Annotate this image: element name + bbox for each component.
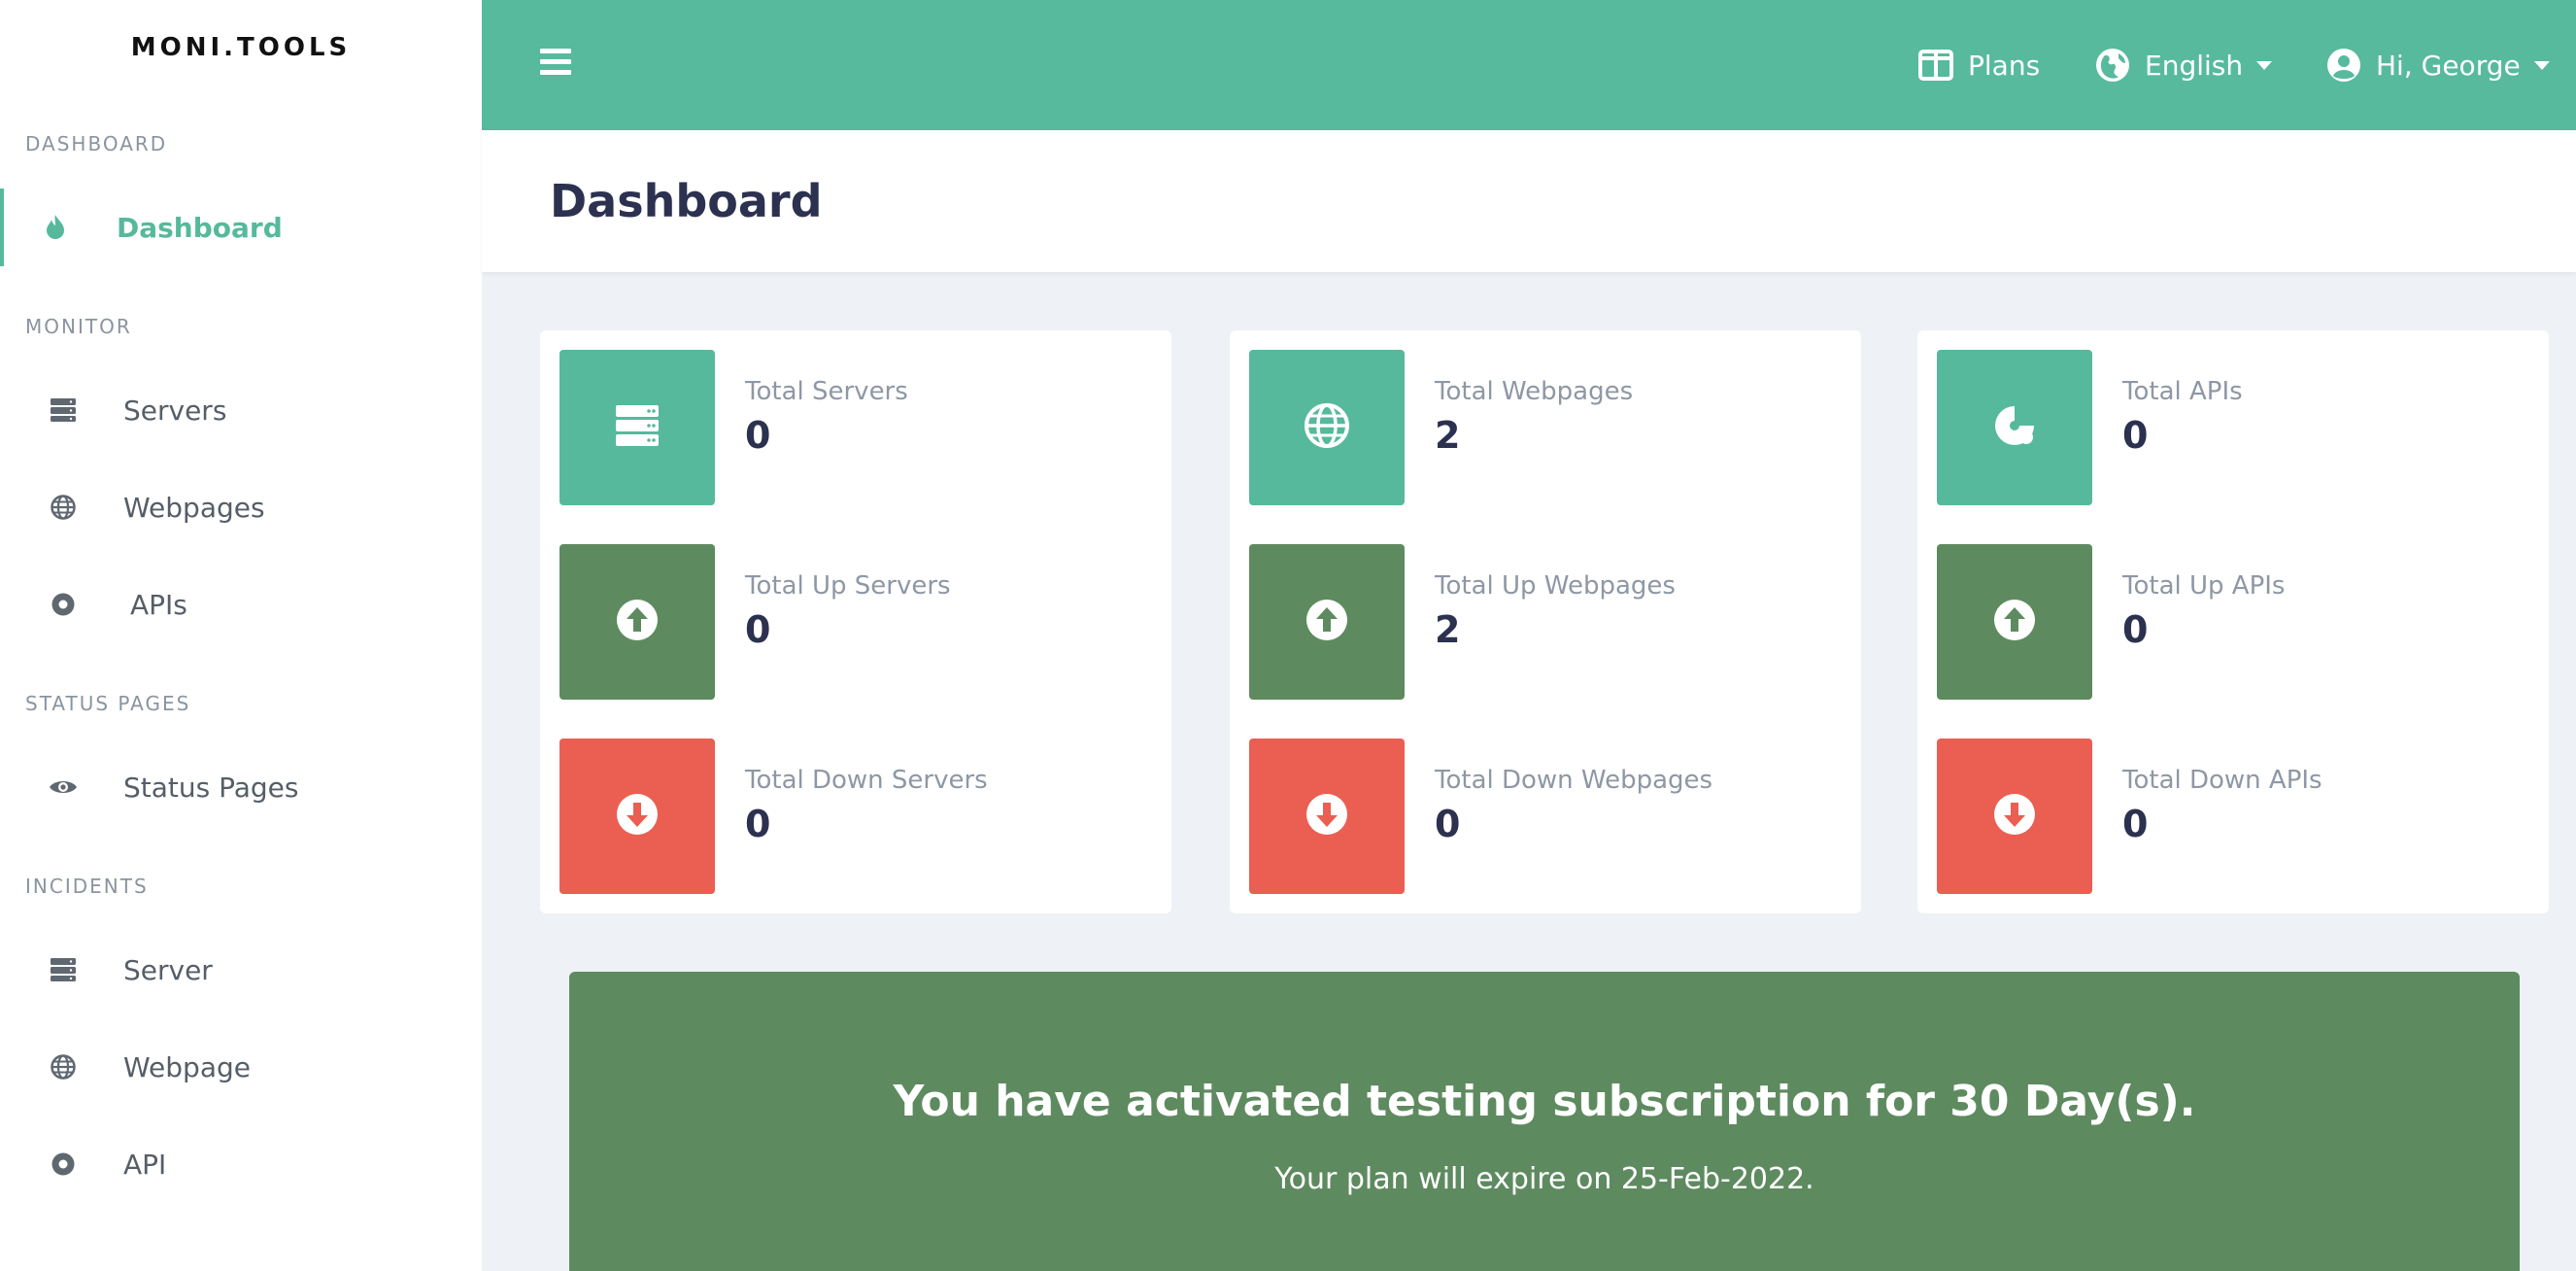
server-icon: [45, 951, 82, 988]
sidebar-item-incident-webpage[interactable]: Webpage: [0, 1028, 482, 1106]
eye-icon: [45, 769, 82, 806]
section-label-status-pages: STATUS PAGES: [25, 692, 191, 715]
stat-total-up-webpages: Total Up Webpages 2: [1249, 544, 1842, 700]
stat-label: Total APIs: [2122, 377, 2243, 406]
arrow-down-circle-icon: [1305, 793, 1348, 840]
sidebar-item-servers[interactable]: Servers: [0, 371, 482, 449]
sidebar-item-label: APIs: [130, 588, 187, 621]
stat-label: Total Servers: [745, 377, 908, 406]
stat-tile: [1937, 544, 2092, 700]
sidebar-item-status-pages[interactable]: Status Pages: [0, 748, 482, 826]
stat-label: Total Webpages: [1435, 377, 1634, 406]
api-icon: [1992, 403, 2037, 452]
stat-total-down-servers: Total Down Servers 0: [559, 739, 1152, 894]
stat-total-down-webpages: Total Down Webpages 0: [1249, 739, 1842, 894]
sidebar-item-label: Webpage: [123, 1050, 251, 1083]
stat-tile: [559, 544, 715, 700]
subscription-banner: You have activated testing subscription …: [569, 972, 2520, 1271]
stat-total-up-apis: Total Up APIs 0: [1937, 544, 2529, 700]
stat-tile: [1249, 544, 1405, 700]
page-header: Dashboard: [482, 130, 2576, 272]
globe-icon: [45, 1048, 82, 1085]
plans-label: Plans: [1968, 49, 2041, 82]
stat-total-up-servers: Total Up Servers 0: [559, 544, 1152, 700]
topbar: Plans English Hi, George: [482, 0, 2576, 130]
api-icon: [45, 1146, 82, 1183]
sidebar-item-incident-api[interactable]: API: [0, 1125, 482, 1203]
sidebar-item-label: Servers: [123, 394, 227, 427]
stat-total-webpages: Total Webpages 2: [1249, 350, 1842, 505]
stat-value: 2: [1435, 414, 1461, 457]
stat-total-apis: Total APIs 0: [1937, 350, 2529, 505]
section-label-monitor: MONITOR: [25, 315, 132, 338]
banner-title: You have activated testing subscription …: [893, 1077, 2196, 1126]
stat-tile: [1249, 739, 1405, 894]
stat-value: 0: [2122, 414, 2149, 457]
chevron-down-icon: [2533, 60, 2550, 70]
stat-value: 0: [745, 608, 771, 651]
stat-label: Total Down Webpages: [1435, 766, 1713, 795]
stat-value: 0: [745, 803, 771, 845]
fire-icon: [37, 209, 74, 246]
page-title: Dashboard: [550, 175, 823, 227]
stat-total-down-apis: Total Down APIs 0: [1937, 739, 2529, 894]
stat-value: 0: [2122, 608, 2149, 651]
stat-tile: [1937, 739, 2092, 894]
arrow-up-circle-icon: [616, 599, 659, 645]
brand-logo[interactable]: MONI.TOOLS: [0, 33, 482, 62]
sidebar-item-incident-server[interactable]: Server: [0, 931, 482, 1009]
server-icon: [615, 404, 660, 451]
sidebar-item-label: Server: [123, 953, 213, 986]
stat-tile: [559, 350, 715, 505]
stat-tile: [559, 739, 715, 894]
sidebar-item-label: Status Pages: [123, 771, 299, 804]
sidebar-item-dashboard[interactable]: Dashboard: [0, 189, 482, 266]
server-icon: [45, 392, 82, 429]
sidebar: MONI.TOOLS DASHBOARD Dashboard MONITOR S…: [0, 0, 482, 1271]
stat-value: 2: [1435, 608, 1461, 651]
arrow-down-circle-icon: [616, 793, 659, 840]
stat-label: Total Down Servers: [745, 766, 988, 795]
stat-value: 0: [1435, 803, 1461, 845]
language-dropdown[interactable]: English: [2094, 41, 2273, 89]
webpages-card: Total Webpages 2 Total Up Webpages 2 Tot…: [1230, 330, 1861, 913]
plans-link[interactable]: Plans: [1917, 41, 2040, 89]
api-icon: [45, 586, 82, 623]
arrow-up-circle-icon: [1305, 599, 1348, 645]
stat-tile: [1249, 350, 1405, 505]
stat-label: Total Up Servers: [745, 571, 951, 601]
servers-card: Total Servers 0 Total Up Servers 0 Total…: [540, 330, 1171, 913]
active-indicator: [0, 189, 4, 266]
user-greeting: Hi, George: [2376, 49, 2521, 82]
stat-value: 0: [2122, 803, 2149, 845]
section-label-dashboard: DASHBOARD: [25, 132, 168, 155]
globe-icon: [45, 489, 82, 526]
columns-icon: [1917, 47, 1954, 84]
arrow-up-circle-icon: [1993, 599, 2036, 645]
language-label: English: [2145, 49, 2244, 82]
sidebar-item-label: API: [123, 1148, 167, 1181]
sidebar-item-label: Webpages: [123, 491, 265, 524]
banner-subtitle: Your plan will expire on 25-Feb-2022.: [1274, 1162, 1814, 1196]
stat-value: 0: [745, 414, 771, 457]
user-dropdown[interactable]: Hi, George: [2325, 41, 2550, 89]
user-circle-icon: [2325, 47, 2362, 84]
stat-tile: [1937, 350, 2092, 505]
globe-americas-icon: [2094, 47, 2131, 84]
globe-icon: [1305, 403, 1349, 452]
stat-total-servers: Total Servers 0: [559, 350, 1152, 505]
arrow-down-circle-icon: [1993, 793, 2036, 840]
stat-label: Total Up Webpages: [1435, 571, 1676, 601]
sidebar-item-apis[interactable]: APIs: [0, 566, 482, 643]
apis-card: Total APIs 0 Total Up APIs 0 Total Down …: [1917, 330, 2549, 913]
sidebar-item-webpages[interactable]: Webpages: [0, 468, 482, 546]
sidebar-item-label: Dashboard: [117, 211, 283, 244]
section-label-incidents: INCIDENTS: [25, 875, 149, 898]
stat-label: Total Up APIs: [2122, 571, 2286, 601]
hamburger-icon[interactable]: [540, 49, 571, 76]
stat-label: Total Down APIs: [2122, 766, 2322, 795]
chevron-down-icon: [2256, 60, 2273, 70]
